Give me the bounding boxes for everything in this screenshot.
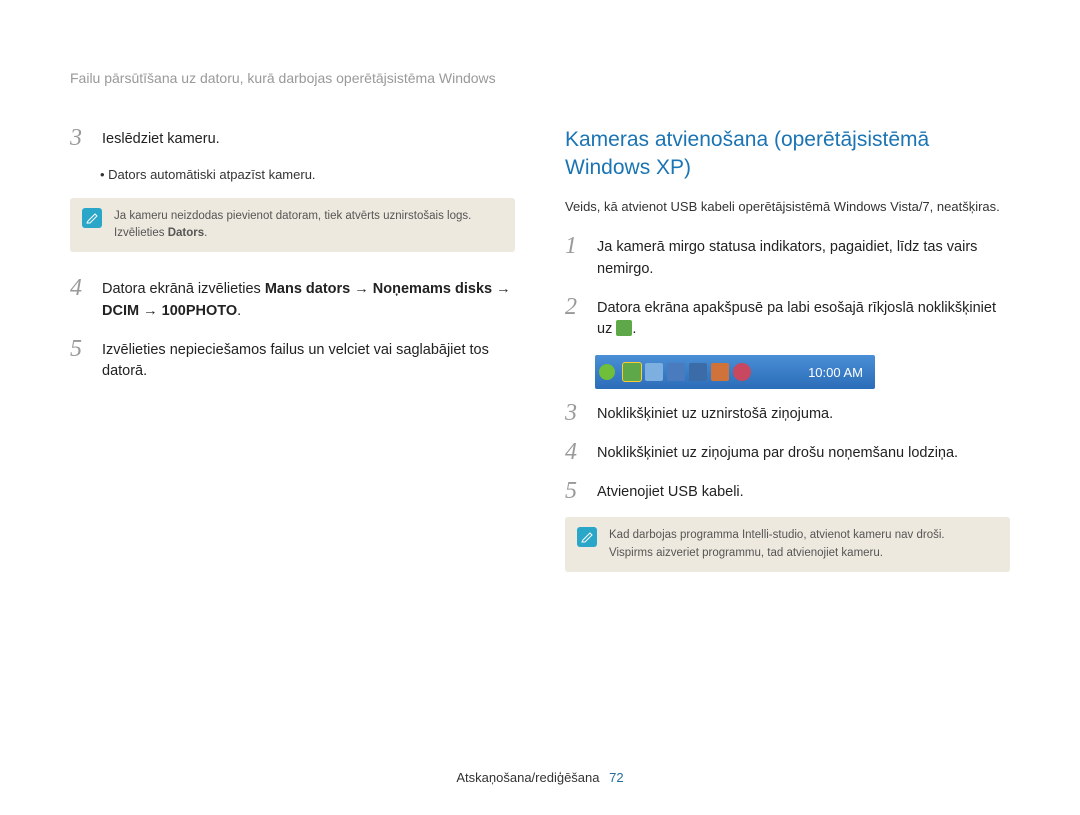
t: . — [632, 321, 636, 337]
note-box: Kad darbojas programma Intelli-studio, a… — [565, 517, 1010, 572]
step-text: Noklikšķiniet uz uznirstošā ziņojuma. — [597, 401, 833, 426]
t: Mans dators — [265, 281, 350, 297]
t: . — [237, 303, 241, 319]
volume-icon — [711, 363, 729, 381]
left-step-5: 5 Izvēlieties nepieciešamos failus un ve… — [70, 337, 515, 384]
step-number: 4 — [70, 276, 92, 323]
t: → — [492, 281, 511, 297]
step-number: 4 — [565, 440, 587, 465]
step-number: 5 — [70, 337, 92, 384]
t: 100PHOTO — [162, 303, 238, 319]
page-number: 72 — [609, 770, 623, 785]
left-step-4: 4 Datora ekrānā izvēlieties Mans dators … — [70, 276, 515, 323]
tray-icon — [689, 363, 707, 381]
step-number: 3 — [565, 401, 587, 426]
right-step-4: 4 Noklikšķiniet uz ziņojuma par drošu no… — [565, 440, 1010, 465]
page-footer: Atskaņošana/rediģēšana 72 — [70, 770, 1010, 785]
note-line: Ja kameru neizdodas pievienot datoram, t… — [114, 210, 471, 222]
tray-icon — [645, 363, 663, 381]
safely-remove-inline-icon — [616, 320, 632, 336]
step-text: Atvienojiet USB kabeli. — [597, 479, 744, 504]
right-column: Kameras atvienošana (operētājsistēmā Win… — [565, 126, 1010, 770]
section-heading: Kameras atvienošana (operētājsistēmā Win… — [565, 126, 1010, 183]
step-number: 3 — [70, 126, 92, 151]
note-icon — [577, 527, 597, 547]
windows-taskbar-image: 10:00 AM — [595, 355, 875, 389]
note-box: Ja kameru neizdodas pievienot datoram, t… — [70, 198, 515, 253]
note-bold: Dators — [168, 227, 204, 239]
page-header: Failu pārsūtīšana uz datoru, kurā darboj… — [70, 70, 1010, 86]
safely-remove-icon — [623, 363, 641, 381]
step-number: 2 — [565, 295, 587, 342]
left-step-3: 3 Ieslēdziet kameru. — [70, 126, 515, 151]
t: Datora ekrānā izvēlieties — [102, 281, 265, 297]
t: DCIM — [102, 303, 139, 319]
note-text: Kad darbojas programma Intelli-studio, a… — [609, 527, 945, 562]
content-columns: 3 Ieslēdziet kameru. Dators automātiski … — [70, 126, 1010, 770]
taskbar-clock: 10:00 AM — [808, 365, 867, 380]
tray-icon — [667, 363, 685, 381]
right-step-3: 3 Noklikšķiniet uz uznirstošā ziņojuma. — [565, 401, 1010, 426]
tray-icon — [733, 363, 751, 381]
section-subtext: Veids, kā atvienot USB kabeli operētājsi… — [565, 197, 1010, 217]
left-column: 3 Ieslēdziet kameru. Dators automātiski … — [70, 126, 515, 770]
note-line: . — [204, 227, 207, 239]
step-text: Noklikšķiniet uz ziņojuma par drošu noņe… — [597, 440, 958, 465]
right-step-2: 2 Datora ekrāna apakšpusē pa labi esošaj… — [565, 295, 1010, 342]
t: Datora ekrāna apakšpusē pa labi esošajā … — [597, 300, 996, 338]
step-text: Datora ekrānā izvēlieties Mans dators → … — [102, 276, 515, 323]
note-line: Kad darbojas programma Intelli-studio, a… — [609, 529, 945, 541]
step-text: Datora ekrāna apakšpusē pa labi esošajā … — [597, 295, 1010, 342]
bullet-item: Dators automātiski atpazīst kameru. — [100, 165, 515, 186]
t: Noņemams disks — [373, 281, 492, 297]
step-text: Ieslēdziet kameru. — [102, 126, 220, 151]
right-step-5: 5 Atvienojiet USB kabeli. — [565, 479, 1010, 504]
note-line: Vispirms aizveriet programmu, tad atvien… — [609, 547, 883, 559]
step-text: Izvēlieties nepieciešamos failus un velc… — [102, 337, 515, 384]
right-step-1: 1 Ja kamerā mirgo statusa indikators, pa… — [565, 234, 1010, 281]
step-text: Ja kamerā mirgo statusa indikators, paga… — [597, 234, 1010, 281]
note-line: Izvēlieties — [114, 227, 168, 239]
step-number: 5 — [565, 479, 587, 504]
t: → — [139, 303, 162, 319]
t: → — [350, 281, 373, 297]
note-icon — [82, 208, 102, 228]
note-text: Ja kameru neizdodas pievienot datoram, t… — [114, 208, 471, 243]
step-number: 1 — [565, 234, 587, 281]
start-button-icon — [599, 364, 615, 380]
footer-section: Atskaņošana/rediģēšana — [456, 770, 599, 785]
